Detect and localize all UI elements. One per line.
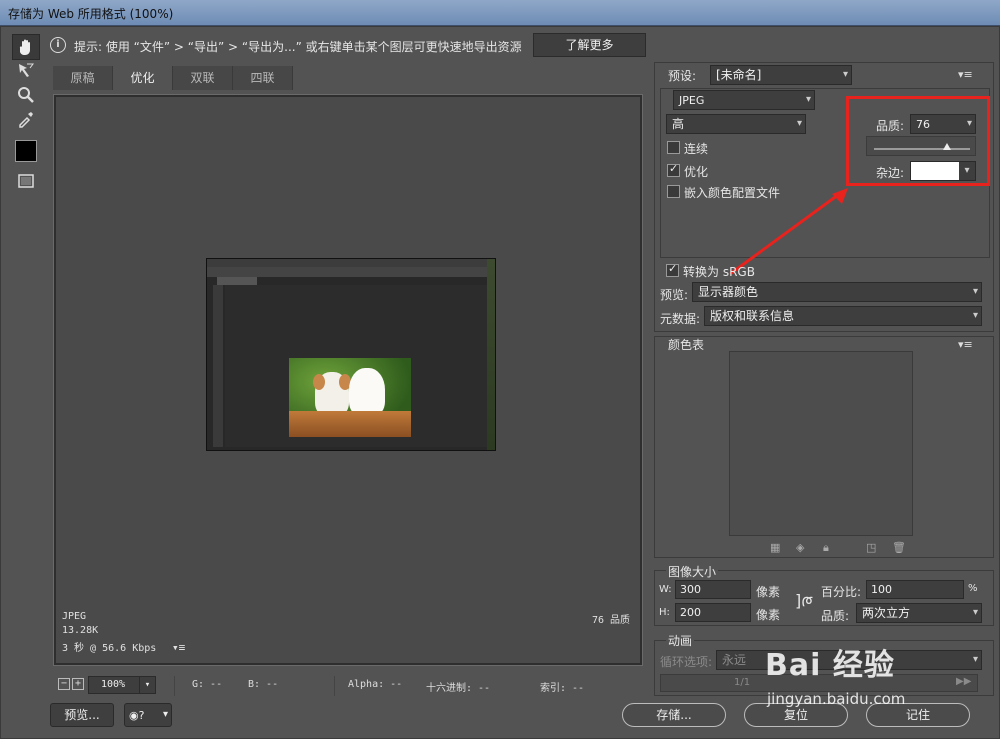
title-bar: 存储为 Web 所用格式 (100%) xyxy=(0,0,1000,26)
chevron-down-icon: ▾ xyxy=(972,310,978,321)
preview-label: 预览: xyxy=(660,288,689,302)
chevron-down-icon: ▾ xyxy=(139,677,155,693)
highlight-box xyxy=(846,96,990,186)
lock-icon[interactable]: 🔒︎ xyxy=(823,541,829,555)
baidu-watermark: Bai 经验 jingyan.baidu.com xyxy=(745,640,995,720)
tab-4up[interactable]: 四联 xyxy=(233,66,293,90)
convert-srgb-label: 转换为 sRGB xyxy=(683,265,755,279)
image-size-title: 图像大小 xyxy=(666,563,719,580)
progressive-checkbox[interactable] xyxy=(667,141,680,154)
zoom-out-button[interactable]: − xyxy=(58,678,70,690)
height-input[interactable]: 200 xyxy=(675,603,751,622)
optimized-checkbox[interactable] xyxy=(667,162,680,177)
chevron-down-icon: ▾ xyxy=(162,709,168,720)
color-table-menu-icon[interactable]: ▾≡ xyxy=(958,338,973,351)
resample-value: 两次立方 xyxy=(862,606,911,620)
width-input[interactable]: 300 xyxy=(675,580,751,599)
width-unit: 像素 xyxy=(756,585,781,599)
preview-button[interactable]: 预览... xyxy=(50,703,114,727)
quality-readout: 76 品质 xyxy=(591,615,630,626)
chevron-down-icon: ▾ xyxy=(805,94,811,105)
percent-input[interactable]: 100 xyxy=(866,580,964,599)
tab-2up[interactable]: 双联 xyxy=(173,66,233,90)
optimize-menu-icon[interactable]: ▾≡ xyxy=(958,68,973,81)
loop-value: 永远 xyxy=(722,653,747,667)
toggle-slices-icon[interactable] xyxy=(12,168,40,194)
view-tabs: 原稿 优化 双联 四联 xyxy=(53,66,293,90)
preset-label: 预设: xyxy=(668,69,697,83)
preview-select[interactable]: 显示器颜色 ▾ xyxy=(692,282,982,302)
format-value: JPEG xyxy=(679,94,705,107)
eyedropper-color-swatch[interactable] xyxy=(12,138,40,164)
convert-srgb-checkbox[interactable] xyxy=(666,262,679,277)
animation-title: 动画 xyxy=(666,632,695,649)
window-title: 存储为 Web 所用格式 (100%) xyxy=(8,7,174,21)
progressive-label: 连续 xyxy=(684,142,709,156)
height-unit: 像素 xyxy=(756,608,781,622)
alpha-readout: Alpha: -- xyxy=(348,679,403,690)
preview-canvas[interactable]: JPEG 13.28K 3 秒 @ 56.6 Kbps ▾≡ 76 品质 xyxy=(53,94,643,666)
browser-preview-button[interactable]: ◉? ▾ xyxy=(124,703,172,727)
filesize-readout: 13.28K xyxy=(62,625,99,636)
quality-level-select[interactable]: 高 ▾ xyxy=(666,114,806,134)
metadata-select[interactable]: 版权和联系信息 ▾ xyxy=(704,306,982,326)
watermark-url: jingyan.baidu.com xyxy=(767,690,906,708)
web-shift-icon[interactable]: ◈ xyxy=(796,541,804,554)
hand-tool-icon[interactable] xyxy=(12,34,40,60)
eyedropper-tool-icon[interactable] xyxy=(12,106,40,132)
download-time-readout: 3 秒 @ 56.6 Kbps xyxy=(62,643,157,654)
watermark-logo-text: Bai 经验 xyxy=(765,648,895,683)
optimized-label: 优化 xyxy=(684,165,709,179)
index-readout: 索引: -- xyxy=(540,683,585,694)
preview-value: 显示器颜色 xyxy=(698,285,759,299)
tab-optimized[interactable]: 优化 xyxy=(113,66,173,90)
height-label: H: xyxy=(659,607,670,618)
color-table[interactable] xyxy=(729,351,913,536)
embed-profile-checkbox[interactable] xyxy=(667,185,680,198)
b-readout: B: -- xyxy=(248,679,279,690)
chevron-down-icon: ▾ xyxy=(842,69,848,80)
format-readout: JPEG xyxy=(62,611,87,622)
puppies-photo xyxy=(289,358,411,437)
percent-unit: % xyxy=(968,583,978,594)
loop-label: 循环选项: xyxy=(660,655,713,669)
optimization-info: JPEG 13.28K 3 秒 @ 56.6 Kbps ▾≡ 76 品质 xyxy=(62,611,636,657)
format-select[interactable]: JPEG ▾ xyxy=(673,90,815,110)
hex-readout: 十六进制: -- xyxy=(426,683,491,694)
preset-select[interactable]: [未命名] ▾ xyxy=(710,65,852,85)
browser-icon: ◉? xyxy=(129,709,145,722)
trash-icon[interactable]: 🗑︎ xyxy=(892,541,906,554)
map-transparent-icon[interactable]: ▦ xyxy=(770,541,780,554)
hint-text: 提示: 使用 “文件” > “导出” > “导出为...” 或右键单击某个图层可… xyxy=(74,40,522,54)
quality-level-value: 高 xyxy=(672,117,685,131)
color-table-title: 颜色表 xyxy=(668,338,705,352)
chevron-down-icon: ▾ xyxy=(972,286,978,297)
info-icon: i xyxy=(50,37,66,53)
preview-image xyxy=(206,258,496,451)
width-label: W: xyxy=(659,584,672,595)
percent-label: 百分比: xyxy=(821,585,862,599)
new-color-icon[interactable]: ◳ xyxy=(866,541,876,554)
zoom-tool-icon[interactable] xyxy=(12,82,40,108)
learn-more-button[interactable]: 了解更多 xyxy=(533,33,646,57)
preset-value: [未命名] xyxy=(716,68,762,82)
zoom-value: 100% xyxy=(101,679,126,690)
resample-select[interactable]: 两次立方 ▾ xyxy=(856,603,982,623)
slice-select-tool-icon[interactable] xyxy=(12,58,40,84)
chevron-down-icon: ▾ xyxy=(796,118,802,129)
chevron-down-icon: ▾ xyxy=(972,607,978,618)
hint-bar: i 提示: 使用 “文件” > “导出” > “导出为...” 或右键单击某个图… xyxy=(48,33,998,59)
metadata-label: 元数据: xyxy=(660,312,701,326)
download-speed-menu-icon[interactable]: ▾≡ xyxy=(172,641,185,654)
tab-original[interactable]: 原稿 xyxy=(53,66,113,90)
zoom-in-button[interactable]: + xyxy=(72,678,84,690)
constrain-link-icon[interactable]: ]ᰈ xyxy=(795,590,813,614)
status-bar: − + 100% ▾ G: -- B: -- Alpha: -- 十六进制: -… xyxy=(54,676,642,696)
g-readout: G: -- xyxy=(192,679,223,690)
save-button[interactable]: 存储... xyxy=(622,703,726,727)
zoom-select[interactable]: 100% ▾ xyxy=(88,676,156,694)
resample-label: 品质: xyxy=(821,609,850,623)
metadata-value: 版权和联系信息 xyxy=(710,309,795,323)
